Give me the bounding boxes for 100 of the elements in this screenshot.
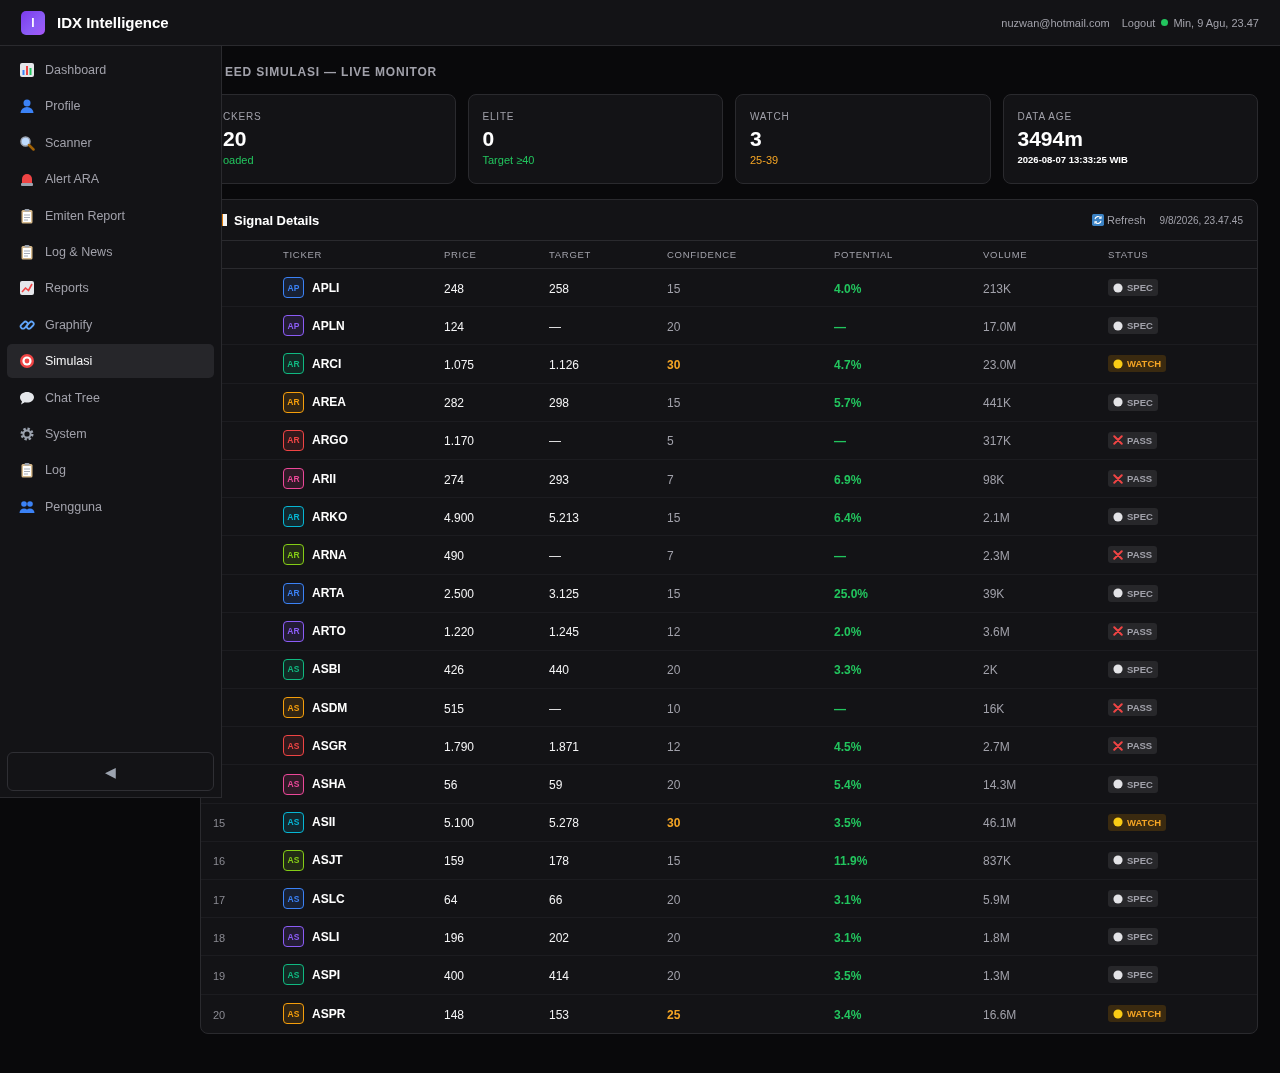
stat-value: 3494m (1017, 127, 1084, 151)
sidebar-item[interactable]: Pengguna (7, 489, 214, 524)
volume-cell: 213K (983, 281, 1012, 296)
cross-icon (1113, 740, 1123, 751)
volume-cell: 16.6M (983, 1007, 1017, 1022)
potential-cell: 6.4% (834, 510, 862, 525)
people-icon (19, 498, 35, 515)
sidebar-item[interactable]: Scanner (7, 125, 214, 160)
status-badge: SPEC (1108, 928, 1158, 946)
potential-cell: 4.5% (834, 739, 862, 754)
status-badge: PASS (1108, 737, 1158, 755)
stat-label: CKERS (223, 111, 263, 122)
potential-cell: 4.0% (834, 281, 862, 296)
stat-note: 25-39 (750, 154, 780, 166)
confidence-cell: 20 (667, 778, 681, 793)
volume-cell: 2K (983, 663, 998, 678)
target-cell: — (549, 548, 561, 563)
circle-icon (1113, 588, 1123, 599)
sidebar-item[interactable]: Log & News (7, 234, 214, 269)
target-cell: 153 (549, 1007, 570, 1022)
cross-icon (1113, 435, 1123, 446)
settings-icon (19, 425, 35, 442)
circle-icon (1113, 320, 1123, 331)
speech-bubble-icon (19, 389, 35, 406)
sidebar-item[interactable]: Chat Tree (7, 380, 214, 415)
sidebar-item[interactable]: Emiten Report (7, 198, 214, 233)
target-cell: — (549, 701, 561, 716)
sidebar-item[interactable]: System (7, 416, 214, 451)
potential-cell: 3.5% (834, 816, 862, 831)
target-cell: — (549, 434, 561, 449)
status-badge: SPEC (1108, 393, 1158, 411)
target-cell: 3.125 (549, 587, 580, 602)
sidebar-item[interactable]: Profile (7, 89, 214, 124)
confidence-cell: 15 (667, 587, 681, 602)
potential-cell: 3.5% (834, 968, 862, 983)
sidebar-item[interactable]: Dashboard (7, 53, 214, 87)
target-cell: 1.245 (549, 625, 580, 640)
potential-cell: 3.1% (834, 930, 862, 945)
sidebar-item[interactable]: Graphify (7, 307, 214, 342)
price-cell: 515 (444, 701, 465, 716)
confidence-cell: 20 (667, 968, 681, 983)
ticker-symbol: ASII (312, 815, 336, 830)
price-cell: 64 (444, 892, 458, 907)
target-cell: 66 (549, 892, 563, 907)
ticker-badge: AS (283, 735, 304, 757)
potential-cell: 3.3% (834, 663, 862, 678)
price-cell: 400 (444, 968, 465, 983)
confidence-cell: 7 (667, 548, 674, 563)
column-header: POTENTIAL (834, 249, 895, 260)
updated-time: 9/8/2026, 23.47.45 (1159, 214, 1243, 226)
circle-icon (1113, 969, 1123, 980)
potential-cell: 3.4% (834, 1007, 862, 1022)
column-header: STATUS (1108, 249, 1150, 260)
confidence-cell: 20 (667, 319, 681, 334)
volume-cell: 5.9M (983, 892, 1010, 907)
sidebar-item[interactable]: Log (7, 453, 214, 488)
confidence-cell: 12 (667, 739, 681, 754)
sidebar-item[interactable]: Simulasi (7, 344, 214, 379)
volume-cell: 17.0M (983, 319, 1017, 334)
sidebar-item[interactable]: Alert ARA (7, 162, 214, 197)
ticker-symbol: ARII (312, 471, 336, 486)
logout-link[interactable]: Logout (1121, 16, 1156, 29)
row-number: 18 (213, 931, 226, 944)
refresh-button[interactable]: Refresh (1092, 214, 1146, 226)
volume-cell: 39K (983, 587, 1005, 602)
ticker-symbol: ARGO (312, 433, 348, 448)
clipboard-icon (19, 462, 35, 479)
stat-note: 2026-08-07 13:33:25 WIB (1017, 154, 1129, 165)
price-cell: 490 (444, 548, 465, 563)
stat-note: Target ≥40 (482, 154, 536, 166)
ticker-symbol: ASPI (312, 967, 340, 982)
ticker-badge: AS (283, 773, 304, 795)
target-cell: 1.126 (549, 357, 580, 372)
volume-cell: 3.6M (983, 625, 1010, 640)
row-number: 15 (213, 817, 226, 830)
price-cell: 426 (444, 663, 465, 678)
status-badge: SPEC (1108, 966, 1158, 984)
status-badge: PASS (1108, 431, 1158, 449)
price-cell: 1.170 (444, 434, 475, 449)
confidence-cell: 30 (667, 357, 681, 372)
ticker-symbol: APLI (312, 280, 340, 295)
target-cell: 298 (549, 396, 570, 411)
potential-cell: — (834, 548, 846, 563)
clipboard-icon (19, 207, 35, 224)
volume-cell: 317K (983, 434, 1012, 449)
confidence-cell: 20 (667, 663, 681, 678)
user-email: nuzwan@hotmail.com (1001, 16, 1110, 29)
confidence-cell: 7 (667, 472, 674, 487)
status-badge: WATCH (1108, 813, 1167, 831)
status-badge: PASS (1108, 546, 1158, 564)
sidebar-item[interactable]: Reports (7, 271, 214, 306)
circle-icon (1113, 931, 1123, 942)
column-header: VOLUME (983, 249, 1029, 260)
price-cell: 5.100 (444, 816, 475, 831)
ticker-symbol: ASHA (312, 777, 346, 792)
collapse-sidebar-button[interactable]: ◀ (7, 752, 214, 791)
circle-icon (1113, 1008, 1123, 1019)
circle-icon (1113, 893, 1123, 904)
circle-icon (1113, 664, 1123, 675)
status-badge: WATCH (1108, 1005, 1167, 1023)
